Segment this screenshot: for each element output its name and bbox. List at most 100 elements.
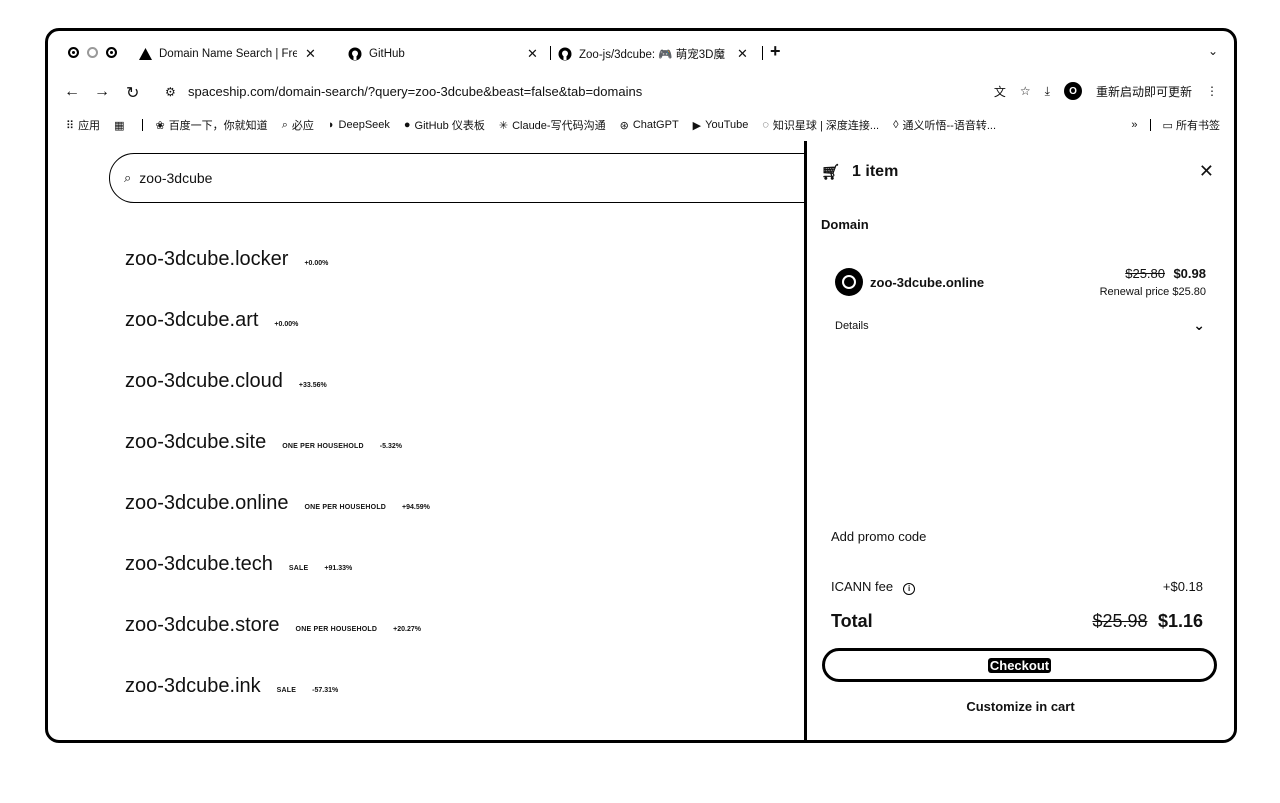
bookmark-separator	[142, 119, 144, 131]
profile-avatar[interactable]: O	[1063, 82, 1082, 100]
tab-divider	[550, 46, 551, 60]
url-input[interactable]: spaceship.com/domain-search/?query=zoo-3…	[188, 84, 642, 99]
tingwu-icon: ◊	[893, 119, 899, 131]
price-change: +33.56%	[298, 382, 327, 389]
original-price: $25.80	[1125, 266, 1165, 281]
bookmark-item[interactable]: ● GitHub 仪表板	[404, 117, 485, 133]
back-arrow-icon[interactable]: ←	[64, 83, 80, 101]
tab-github[interactable]: GitHub ✕	[348, 41, 543, 67]
domain-result-row[interactable]: zoo-3dcube.art +0.00%	[125, 309, 298, 332]
tab-zoo-3dcube[interactable]: Zoo-js/3dcube: 🎮 萌宠3D魔 ✕	[558, 41, 758, 67]
domain-search-input[interactable]: ⌕ zoo-3dcube	[109, 153, 829, 203]
address-actions: 文 ☆ ⤓ O 重新启动即可更新 ⋮	[994, 82, 1218, 100]
details-label: Details	[835, 319, 869, 332]
bookmark-item[interactable]: ◗ DeepSeek	[328, 119, 390, 131]
domain-result-row[interactable]: zoo-3dcube.locker +0.00%	[125, 248, 328, 271]
bookmark-star-icon[interactable]: ☆	[1020, 84, 1031, 98]
icann-fee-label: ICANN fee	[831, 579, 894, 594]
cart-section-label: Domain	[821, 217, 869, 232]
promo-tag: ONE PER HOUSEHOLD	[304, 504, 387, 511]
domain-result-row[interactable]: zoo-3dcube.tech SALE +91.33%	[125, 553, 352, 576]
site-settings-icon[interactable]: ⚙	[165, 85, 176, 99]
total-price: $1.16	[1157, 611, 1203, 631]
bookmark-item[interactable]: ◊ 通义听悟--语音转...	[893, 117, 996, 133]
address-bar: ← → ↻ ⚙ spaceship.com/domain-search/?que…	[48, 75, 1234, 111]
zsxq-icon: ◌	[762, 119, 769, 131]
promo-tag: SALE	[276, 687, 297, 694]
bookmark-item[interactable]: ✳ Claude-写代码沟通	[499, 117, 606, 133]
bookmark-item[interactable]: ❀ 百度一下，你就知道	[155, 117, 267, 133]
promo-tag: ONE PER HOUSEHOLD	[295, 626, 378, 633]
youtube-icon: ▶	[692, 119, 702, 132]
cart-item-price: $25.80 $0.98 Renewal price $25.80	[1100, 265, 1206, 298]
apps-grid-icon: ⠿	[66, 119, 75, 132]
domain-logo-icon	[835, 268, 863, 296]
close-icon[interactable]: ✕	[1199, 161, 1214, 182]
cart-count: 1 item	[852, 163, 899, 180]
domain-name: zoo-3dcube.site	[125, 431, 267, 453]
reload-icon[interactable]: ↻	[126, 83, 139, 103]
close-tab-icon[interactable]: ✕	[305, 46, 316, 62]
new-tab-button[interactable]: +	[770, 41, 781, 62]
domain-name: zoo-3dcube.tech	[125, 553, 273, 575]
bookmark-item[interactable]: ◌ 知识星球 | 深度连接...	[762, 117, 879, 133]
claude-icon: ✳	[498, 119, 509, 132]
tab-search-chevron-icon[interactable]: ⌄	[1208, 44, 1218, 58]
tab-domain-search[interactable]: Domain Name Search | Free D ✕	[138, 41, 328, 67]
translate-icon[interactable]: 文	[994, 83, 1006, 100]
price-change: +94.59%	[402, 504, 430, 511]
deepseek-icon: ◗	[327, 119, 335, 131]
search-value: zoo-3dcube	[139, 170, 213, 186]
bookmark-item[interactable]: ⌕ 必应	[282, 117, 314, 133]
forward-arrow-icon[interactable]: →	[94, 83, 110, 101]
cart-icon: 🛒︎	[821, 164, 841, 181]
bookmark-apps[interactable]: ⠿ 应用	[66, 117, 100, 133]
domain-name: zoo-3dcube.locker	[125, 248, 289, 270]
baidu-icon: ❀	[155, 119, 165, 132]
customize-in-cart-link[interactable]: Customize in cart	[807, 699, 1234, 714]
price-change: +0.00%	[274, 321, 299, 328]
total-label: Total	[831, 611, 873, 631]
download-icon[interactable]: ⤓	[1045, 84, 1050, 99]
bookmark-item[interactable]: ⊛ ChatGPT	[620, 119, 679, 132]
total-row: Total $25.98 $1.16	[831, 611, 1203, 632]
close-tab-icon[interactable]: ✕	[527, 46, 538, 62]
info-icon[interactable]: i	[903, 582, 916, 595]
price-change: +91.33%	[324, 565, 353, 572]
add-promo-code-link[interactable]: Add promo code	[831, 529, 926, 544]
bookmark-separator	[1149, 119, 1151, 131]
close-tab-icon[interactable]: ✕	[737, 46, 748, 62]
domain-name: zoo-3dcube.cloud	[125, 370, 283, 392]
folder-icon: ▭	[1162, 120, 1173, 132]
spaceship-icon	[138, 47, 152, 61]
sale-price: $0.98	[1173, 266, 1206, 281]
domain-name: zoo-3dcube.store	[125, 614, 280, 636]
restart-update-button[interactable]: 重新启动即可更新	[1096, 83, 1192, 100]
close-window-button[interactable]	[68, 47, 79, 58]
bookmarks-more-icon[interactable]: »	[1131, 119, 1137, 131]
domain-result-row[interactable]: zoo-3dcube.store ONE PER HOUSEHOLD +20.2…	[125, 614, 421, 637]
price-change: +20.27%	[393, 626, 421, 633]
price-change: -57.31%	[312, 687, 339, 694]
maximize-window-button[interactable]	[106, 47, 117, 58]
github-icon	[558, 47, 572, 61]
checkout-button[interactable]: Checkout	[822, 648, 1217, 682]
bookmark-tab-groups[interactable]: ▦	[114, 119, 128, 132]
browser-window: Domain Name Search | Free D ✕ GitHub ✕ Z…	[45, 28, 1237, 743]
minimize-window-button[interactable]	[87, 47, 98, 58]
icann-fee-value: +$0.18	[1162, 579, 1203, 594]
bookmarks-overflow: » ▭ 所有书签	[1131, 117, 1220, 133]
bookmark-item[interactable]: ▶ YouTube	[693, 119, 749, 132]
domain-name: zoo-3dcube.art	[125, 309, 259, 331]
chatgpt-icon: ⊛	[619, 119, 629, 132]
price-change: +0.00%	[304, 260, 329, 267]
domain-result-row[interactable]: zoo-3dcube.cloud +33.56%	[125, 370, 327, 393]
domain-result-row[interactable]: zoo-3dcube.ink SALE -57.31%	[125, 675, 338, 698]
more-menu-icon[interactable]: ⋮	[1206, 84, 1218, 98]
domain-result-row[interactable]: zoo-3dcube.site ONE PER HOUSEHOLD -5.32%	[125, 431, 402, 454]
bing-icon: ⌕	[281, 118, 288, 131]
domain-result-row[interactable]: zoo-3dcube.online ONE PER HOUSEHOLD +94.…	[125, 492, 430, 515]
details-toggle[interactable]: Details ⌄	[835, 317, 1205, 334]
tab-title: Zoo-js/3dcube: 🎮 萌宠3D魔	[579, 49, 725, 61]
all-bookmarks-button[interactable]: ▭ 所有书签	[1163, 117, 1220, 133]
